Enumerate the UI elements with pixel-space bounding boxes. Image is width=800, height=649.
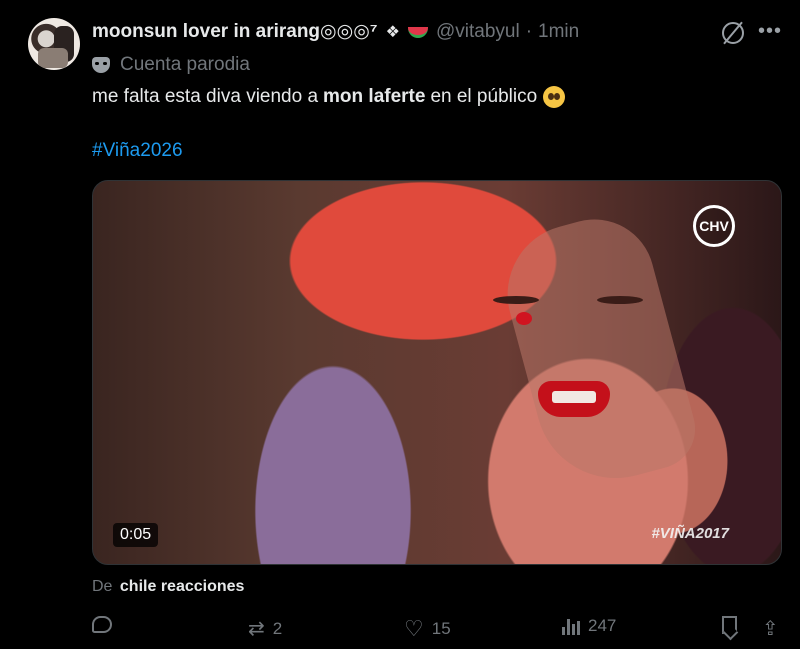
- user-handle[interactable]: @vitabyul: [436, 21, 520, 43]
- timestamp[interactable]: 1min: [538, 21, 579, 43]
- hashtag-link[interactable]: #Viña2026: [92, 140, 183, 162]
- source-prefix: De: [92, 578, 113, 595]
- video-source: De chile reacciones: [92, 578, 244, 596]
- views-icon: [562, 617, 580, 635]
- more-icon[interactable]: •••: [758, 20, 782, 43]
- tweet-text-part: me falta esta diva viendo a: [92, 86, 319, 107]
- tweet-text: me falta esta diva viendo a mon laferte …: [92, 86, 566, 108]
- share-button[interactable]: ⇪: [762, 616, 779, 641]
- separator-dot: ·: [525, 20, 533, 42]
- video-frame-eyes: [493, 296, 643, 310]
- bookmark-icon: [722, 616, 737, 634]
- share-icon: ⇪: [762, 618, 779, 640]
- tweet-text-part: en el público: [430, 86, 538, 107]
- like-count: 15: [431, 619, 451, 638]
- name-emoji: ❖: [385, 23, 400, 41]
- retweet-button[interactable]: ⇄ 2: [248, 616, 282, 641]
- video-frame-hand: [491, 206, 705, 496]
- watermelon-emoji-icon: [407, 27, 428, 38]
- views-button[interactable]: 247: [562, 616, 616, 636]
- video-duration: 0:05: [113, 523, 159, 547]
- parody-badge: Cuenta parodia: [92, 54, 250, 76]
- reply-icon: [92, 616, 112, 633]
- grok-icon[interactable]: [722, 22, 744, 44]
- tweet-text-bold: mon laferte: [323, 86, 426, 107]
- video-frame-nail: [516, 312, 532, 325]
- like-icon: ♡: [404, 616, 424, 641]
- like-button[interactable]: ♡ 15: [404, 616, 451, 642]
- channel-logo: CHV: [693, 205, 735, 247]
- bookmark-button[interactable]: [722, 616, 737, 634]
- video-player[interactable]: CHV 0:05 #VIÑA2017: [92, 180, 782, 565]
- parody-label: Cuenta parodia: [120, 54, 250, 75]
- display-name[interactable]: moonsun lover in arirang◎◎◎⁷: [92, 20, 378, 43]
- retweet-count: 2: [272, 618, 283, 638]
- video-frame-mouth: [538, 381, 610, 417]
- avatar[interactable]: [28, 18, 80, 70]
- retweet-icon: ⇄: [248, 618, 265, 640]
- video-overlay-tag: #VIÑA2017: [651, 525, 729, 542]
- tweet-header: moonsun lover in arirang◎◎◎⁷ ❖ @vitabyul…: [92, 20, 579, 43]
- parody-mask-icon: [92, 57, 110, 73]
- pleading-face-emoji-icon: [543, 86, 566, 108]
- source-account-link[interactable]: chile reacciones: [120, 578, 245, 595]
- action-bar: ⇄ 2 ♡ 15 247 ⇪: [92, 616, 782, 642]
- reply-button[interactable]: [92, 616, 112, 633]
- views-count: 247: [588, 616, 617, 635]
